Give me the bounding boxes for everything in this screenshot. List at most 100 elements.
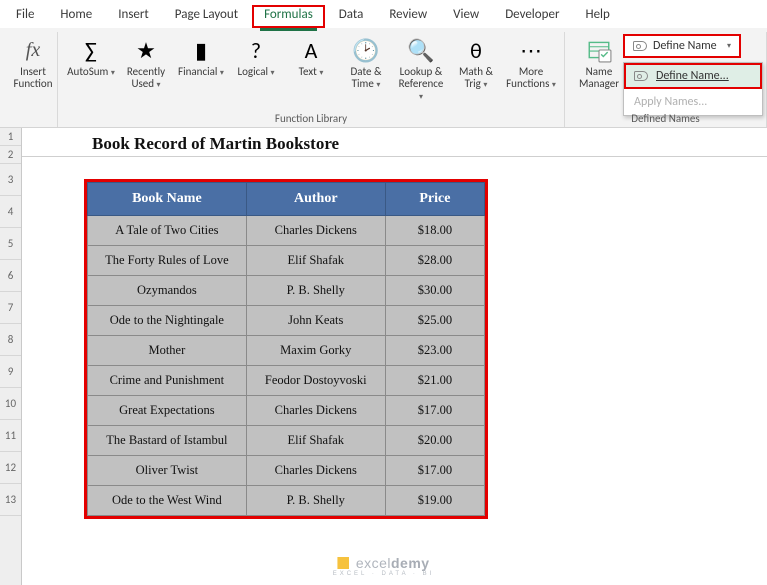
cell[interactable]: $19.00: [385, 486, 484, 516]
lib-lookup-reference-button[interactable]: 🔍Lookup & Reference ▾: [394, 34, 448, 104]
table-row: Crime and PunishmentFeodor Dostoyvoski$2…: [88, 366, 485, 396]
math-trig-icon: θ: [462, 36, 490, 64]
col-header: Author: [246, 183, 385, 216]
tab-page-layout[interactable]: Page Layout: [171, 5, 242, 28]
row-header[interactable]: 4: [0, 196, 21, 228]
more-functions-icon: ⋯: [517, 36, 545, 64]
row-header[interactable]: 1: [0, 128, 21, 146]
tab-formulas-highlight: Formulas: [252, 5, 325, 28]
tab-formulas[interactable]: Formulas: [260, 5, 317, 31]
cell[interactable]: Ozymandos: [88, 276, 247, 306]
name-manager-button[interactable]: Name Manager: [571, 34, 627, 92]
cell[interactable]: Ode to the West Wind: [88, 486, 247, 516]
row-header[interactable]: 8: [0, 324, 21, 356]
tab-home[interactable]: Home: [56, 5, 96, 28]
define-name-split-button[interactable]: Define Name ▾: [623, 34, 741, 58]
table-row: The Forty Rules of LoveElif Shafak$28.00: [88, 246, 485, 276]
recently-used-icon: ★: [132, 36, 160, 64]
row-header[interactable]: 10: [0, 388, 21, 420]
lib-date-time-button[interactable]: 🕑Date & Time ▾: [339, 34, 393, 92]
cell[interactable]: $28.00: [385, 246, 484, 276]
cell[interactable]: Charles Dickens: [246, 396, 385, 426]
group-insert-function: fx Insert Function: [0, 32, 58, 127]
cell[interactable]: Charles Dickens: [246, 216, 385, 246]
tab-review[interactable]: Review: [385, 5, 431, 28]
autosum-icon: ∑: [77, 36, 105, 64]
tab-insert[interactable]: Insert: [114, 5, 153, 28]
tab-developer[interactable]: Developer: [501, 5, 563, 28]
cell[interactable]: The Forty Rules of Love: [88, 246, 247, 276]
cell[interactable]: $23.00: [385, 336, 484, 366]
tag-icon: [633, 41, 647, 51]
cell[interactable]: $21.00: [385, 366, 484, 396]
cell[interactable]: $17.00: [385, 456, 484, 486]
cell[interactable]: Elif Shafak: [246, 426, 385, 456]
sheet-title: Book Record of Martin Bookstore: [22, 128, 767, 157]
footer: exceldemy EXCEL · DATA · BI: [0, 555, 767, 577]
cell[interactable]: Ode to the Nightingale: [88, 306, 247, 336]
logo-mark-icon: [337, 557, 349, 569]
cell[interactable]: Elif Shafak: [246, 246, 385, 276]
cell[interactable]: $30.00: [385, 276, 484, 306]
lib-logical-button[interactable]: ?Logical ▾: [229, 34, 283, 80]
lookup-reference-icon: 🔍: [407, 36, 435, 64]
table-row: A Tale of Two CitiesCharles Dickens$18.0…: [88, 216, 485, 246]
row-header[interactable]: 5: [0, 228, 21, 260]
name-manager-icon: [585, 36, 613, 64]
col-header: Price: [385, 183, 484, 216]
define-name-label: Define Name: [653, 39, 717, 53]
cell[interactable]: Crime and Punishment: [88, 366, 247, 396]
cell[interactable]: $25.00: [385, 306, 484, 336]
tab-help[interactable]: Help: [581, 5, 613, 28]
group-defined-names: Name Manager Define Name ▾ Define Name..…: [565, 32, 767, 127]
row-header[interactable]: 9: [0, 356, 21, 388]
group-label-function-library: Function Library: [64, 110, 558, 125]
row-header[interactable]: 7: [0, 292, 21, 324]
lib-more-functions-button[interactable]: ⋯More Functions ▾: [504, 34, 558, 92]
table-row: Ode to the West WindP. B. Shelly$19.00: [88, 486, 485, 516]
book-table-selection[interactable]: Book NameAuthorPrice A Tale of Two Citie…: [84, 179, 488, 519]
menu-define-name[interactable]: Define Name...: [624, 63, 762, 89]
cell[interactable]: John Keats: [246, 306, 385, 336]
logical-icon: ?: [242, 36, 270, 64]
cell[interactable]: A Tale of Two Cities: [88, 216, 247, 246]
lib-text-button[interactable]: AText ▾: [284, 34, 338, 80]
col-header: Book Name: [88, 183, 247, 216]
fx-icon: fx: [19, 36, 47, 64]
ribbon: fx Insert Function ∑AutoSum ▾★Recently U…: [0, 28, 767, 128]
table-row: OzymandosP. B. Shelly$30.00: [88, 276, 485, 306]
row-header[interactable]: 11: [0, 420, 21, 452]
lib-recently-used-button[interactable]: ★Recently Used ▾: [119, 34, 173, 92]
cell[interactable]: Maxim Gorky: [246, 336, 385, 366]
table-row: The Bastard of IstambulElif Shafak$20.00: [88, 426, 485, 456]
define-name-dropdown: Define Name... Apply Names...: [623, 62, 763, 116]
tab-view[interactable]: View: [449, 5, 483, 28]
insert-function-button[interactable]: fx Insert Function: [6, 34, 60, 92]
cell[interactable]: Feodor Dostoyvoski: [246, 366, 385, 396]
cell[interactable]: Charles Dickens: [246, 456, 385, 486]
row-headers: 12345678910111213: [0, 128, 22, 585]
row-header[interactable]: 12: [0, 452, 21, 484]
row-header[interactable]: 3: [0, 164, 21, 196]
cell[interactable]: Oliver Twist: [88, 456, 247, 486]
tab-data[interactable]: Data: [335, 5, 368, 28]
table-row: Oliver TwistCharles Dickens$17.00: [88, 456, 485, 486]
cell[interactable]: P. B. Shelly: [246, 486, 385, 516]
lib-autosum-button[interactable]: ∑AutoSum ▾: [64, 34, 118, 80]
cell[interactable]: The Bastard of Istambul: [88, 426, 247, 456]
cell[interactable]: Great Expectations: [88, 396, 247, 426]
chevron-down-icon: ▾: [727, 42, 731, 50]
cell[interactable]: Mother: [88, 336, 247, 366]
lib-math-trig-button[interactable]: θMath & Trig ▾: [449, 34, 503, 92]
row-header[interactable]: 13: [0, 484, 21, 516]
table-row: MotherMaxim Gorky$23.00: [88, 336, 485, 366]
menubar: File Home Insert Page Layout Formulas Da…: [0, 0, 767, 28]
cell[interactable]: $17.00: [385, 396, 484, 426]
cell[interactable]: $20.00: [385, 426, 484, 456]
row-header[interactable]: 6: [0, 260, 21, 292]
cell[interactable]: P. B. Shelly: [246, 276, 385, 306]
tab-file[interactable]: File: [12, 5, 38, 28]
lib-financial-button[interactable]: ▮Financial ▾: [174, 34, 228, 80]
row-header[interactable]: 2: [0, 146, 21, 164]
cell[interactable]: $18.00: [385, 216, 484, 246]
